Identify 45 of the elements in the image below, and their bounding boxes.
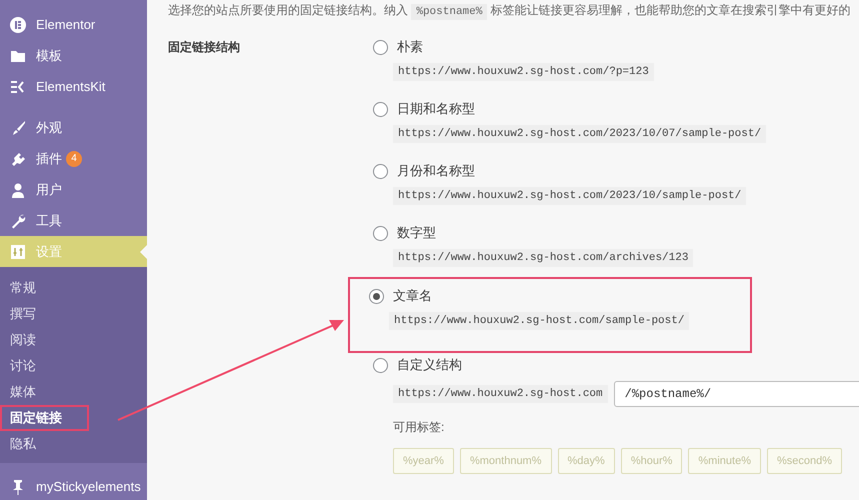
sidebar-item[interactable]: Elementor bbox=[0, 9, 147, 40]
example-url: https://www.houxuw2.sg-host.com/2023/10/sample-post/ bbox=[393, 187, 746, 205]
example-url: https://www.houxuw2.sg-host.com/2023/10/07/sample-post/ bbox=[393, 125, 766, 143]
submenu-item[interactable]: 隐私 bbox=[0, 431, 89, 457]
user-icon bbox=[10, 182, 26, 198]
example-url: https://www.houxuw2.sg-host.com/sample-post/ bbox=[389, 312, 690, 330]
radio-button[interactable] bbox=[373, 226, 388, 240]
submenu-item[interactable]: 常规 bbox=[0, 275, 89, 301]
radio-button[interactable] bbox=[369, 288, 384, 304]
submenu-item[interactable]: 固定链接 bbox=[0, 405, 89, 431]
postname-code: %postname% bbox=[411, 4, 488, 20]
radio-button[interactable] bbox=[373, 358, 388, 372]
url-prefix: https://www.houxuw2.sg-host.com bbox=[393, 385, 608, 403]
option-label: 文章名 bbox=[393, 287, 432, 305]
sidebar-item[interactable]: 工具 bbox=[0, 205, 147, 236]
submenu-item[interactable]: 撰写 bbox=[0, 301, 89, 327]
plug-icon bbox=[10, 150, 26, 166]
radio-button[interactable] bbox=[373, 40, 388, 54]
structure-input[interactable]: /%postname%/ bbox=[614, 381, 859, 407]
sidebar-item[interactable]: myStickyelements bbox=[0, 471, 147, 500]
radio-button[interactable] bbox=[373, 164, 388, 178]
submenu-item[interactable]: 阅读 bbox=[0, 327, 89, 353]
sidebar-item[interactable]: 外观 bbox=[0, 112, 147, 143]
update-count-badge: 4 bbox=[66, 150, 82, 166]
wrench-icon bbox=[10, 212, 26, 228]
sidebar-item[interactable]: 插件 4 bbox=[0, 143, 147, 174]
field-label: 固定链接结构 bbox=[168, 39, 241, 56]
radio-button[interactable] bbox=[373, 102, 388, 116]
example-url: https://www.houxuw2.sg-host.com/archives/123 bbox=[393, 249, 694, 267]
intro-text: 选择您的站点所要使用的固定链接结构。纳入 %postname% 标签能让链接更容易理解，也能帮助您的文章在搜索引擎中有更好的 bbox=[168, 2, 852, 19]
option-label: 朴素 bbox=[397, 38, 423, 56]
option-label: 月份和名称型 bbox=[397, 162, 475, 180]
sidebar-item[interactable]: ElementsKit bbox=[0, 71, 147, 102]
sidebar-item[interactable]: 模板 bbox=[0, 40, 147, 71]
tags-label: 可用标签: bbox=[393, 419, 446, 436]
settings-icon bbox=[10, 244, 26, 260]
option-label: 自定义结构 bbox=[397, 356, 462, 374]
example-url: https://www.houxuw2.sg-host.com/?p=123 bbox=[393, 63, 654, 81]
brush-icon bbox=[10, 120, 26, 136]
sidebar-item[interactable]: 用户 bbox=[0, 174, 147, 205]
option-label: 日期和名称型 bbox=[397, 100, 475, 118]
current-menu-pointer bbox=[140, 245, 147, 259]
submenu-item[interactable]: 媒体 bbox=[0, 379, 89, 405]
option-label: 数字型 bbox=[397, 224, 436, 242]
submenu-item[interactable]: 讨论 bbox=[0, 353, 89, 379]
